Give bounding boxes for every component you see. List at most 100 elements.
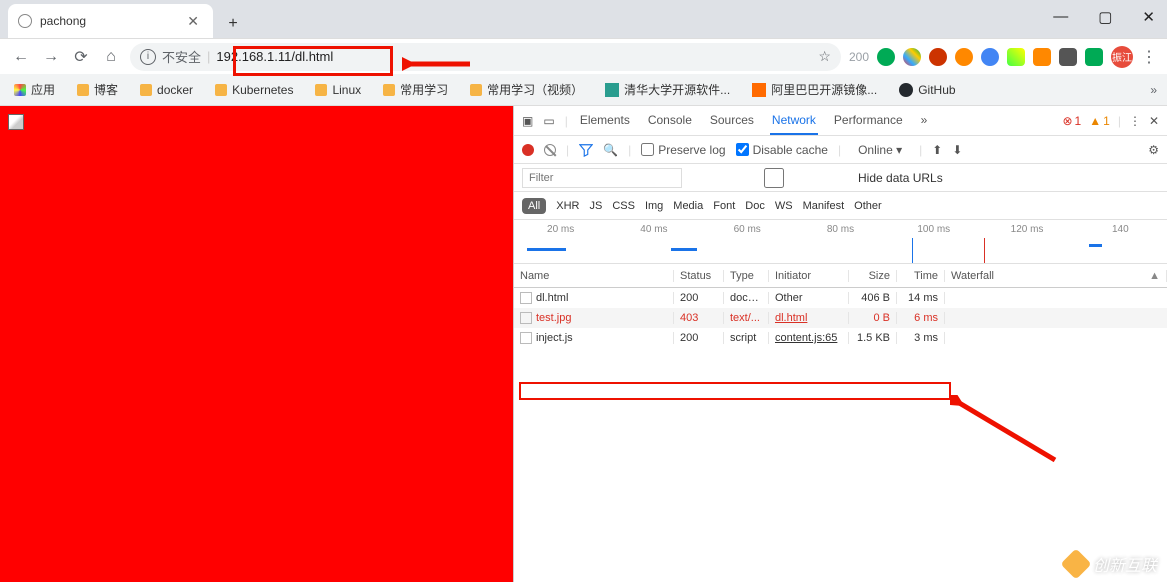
- tab-performance[interactable]: Performance: [832, 107, 905, 135]
- filter-bar: Hide data URLs: [514, 164, 1167, 192]
- profile-avatar[interactable]: 振江: [1111, 46, 1133, 68]
- settings-icon[interactable]: ⋮: [1129, 114, 1141, 128]
- extension-icon[interactable]: [877, 48, 895, 66]
- tabs-more-icon[interactable]: »: [919, 107, 930, 135]
- folder-icon: [470, 84, 482, 96]
- type-font[interactable]: Font: [713, 200, 735, 212]
- type-img[interactable]: Img: [645, 200, 663, 212]
- type-ws[interactable]: WS: [775, 200, 793, 212]
- devtools-tabs: Elements Console Sources Network Perform…: [578, 107, 930, 135]
- bookmark-folder[interactable]: docker: [136, 81, 197, 99]
- extension-icon[interactable]: [955, 48, 973, 66]
- extension-icon[interactable]: [903, 48, 921, 66]
- close-devtools-icon[interactable]: ✕: [1149, 114, 1159, 128]
- bookmark-link[interactable]: 阿里巴巴开源镜像...: [748, 79, 881, 100]
- search-icon[interactable]: 🔍: [603, 143, 618, 157]
- type-filter-row: All XHR JS CSS Img Media Font Doc WS Man…: [514, 192, 1167, 220]
- download-icon[interactable]: ⬇: [952, 143, 962, 157]
- extension-icon[interactable]: [1085, 48, 1103, 66]
- content-area: ▣ ▭ | Elements Console Sources Network P…: [0, 106, 1167, 582]
- type-doc[interactable]: Doc: [745, 200, 765, 212]
- tab-sources[interactable]: Sources: [708, 107, 756, 135]
- home-button[interactable]: ⌂: [100, 48, 122, 66]
- type-manifest[interactable]: Manifest: [803, 200, 845, 212]
- preserve-log-checkbox[interactable]: Preserve log: [641, 143, 725, 157]
- bookmark-star-icon[interactable]: ☆: [818, 48, 831, 65]
- devtools-toolbar: ▣ ▭ | Elements Console Sources Network P…: [514, 106, 1167, 136]
- hide-data-urls-checkbox[interactable]: Hide data URLs: [694, 168, 943, 188]
- filter-icon[interactable]: [579, 143, 593, 157]
- sort-indicator-icon: ▲: [1149, 270, 1160, 282]
- table-row[interactable]: test.jpg403text/...dl.html0 B6 ms: [514, 308, 1167, 328]
- new-tab-button[interactable]: +: [219, 10, 247, 38]
- extension-icon[interactable]: [929, 48, 947, 66]
- extension-icon[interactable]: [981, 48, 999, 66]
- warning-badge[interactable]: ▲1: [1089, 114, 1110, 128]
- tab-console[interactable]: Console: [646, 107, 694, 135]
- chevron-down-icon: ▾: [896, 143, 902, 157]
- record-button[interactable]: [522, 144, 534, 156]
- type-media[interactable]: Media: [673, 200, 703, 212]
- globe-icon: [18, 14, 32, 28]
- error-badge[interactable]: ⊗1: [1062, 114, 1081, 128]
- disable-cache-checkbox[interactable]: Disable cache: [736, 143, 828, 157]
- address-bar: ← → ⟳ ⌂ i 不安全 | 192.168.1.11/dl.html ☆ 2…: [0, 38, 1167, 74]
- folder-icon: [215, 84, 227, 96]
- timeline-overview[interactable]: 20 ms 40 ms 60 ms 80 ms 100 ms 120 ms 14…: [514, 220, 1167, 264]
- bookmark-link[interactable]: 清华大学开源软件...: [601, 79, 734, 100]
- omnibox[interactable]: i 不安全 | 192.168.1.11/dl.html ☆: [130, 43, 841, 71]
- github-icon: [899, 83, 913, 97]
- throttle-select[interactable]: Online ▾: [851, 140, 909, 160]
- gear-icon[interactable]: ⚙: [1148, 143, 1159, 157]
- type-all[interactable]: All: [522, 198, 546, 214]
- type-other[interactable]: Other: [854, 200, 882, 212]
- network-table: Name Status Type Initiator Size Time Wat…: [514, 264, 1167, 582]
- bookmark-folder[interactable]: 常用学习（视频）: [466, 79, 587, 100]
- folder-icon: [77, 84, 89, 96]
- minimize-button[interactable]: —: [1047, 4, 1074, 30]
- extension-icon[interactable]: [1033, 48, 1051, 66]
- tab-network[interactable]: Network: [770, 107, 818, 135]
- network-toolbar: | 🔍 | Preserve log Disable cache | Onlin…: [514, 136, 1167, 164]
- close-window-button[interactable]: ✕: [1136, 4, 1161, 30]
- menu-icon[interactable]: ⋮: [1141, 47, 1157, 67]
- folder-icon: [140, 84, 152, 96]
- tab-elements[interactable]: Elements: [578, 107, 632, 135]
- url-text: 192.168.1.11/dl.html: [216, 49, 333, 64]
- watermark-logo-icon: [1060, 548, 1091, 579]
- close-tab-icon[interactable]: ✕: [183, 11, 203, 32]
- table-row[interactable]: inject.js200scriptcontent.js:651.5 KB3 m…: [514, 328, 1167, 348]
- inspect-icon[interactable]: ▣: [522, 114, 533, 128]
- info-icon[interactable]: i: [140, 49, 156, 65]
- extension-icon[interactable]: [1059, 48, 1077, 66]
- tab-title: pachong: [40, 14, 175, 28]
- clear-button[interactable]: [544, 144, 556, 156]
- type-css[interactable]: CSS: [612, 200, 635, 212]
- back-button[interactable]: ←: [10, 48, 32, 66]
- bookmark-folder[interactable]: 常用学习: [379, 79, 452, 100]
- watermark: 创新互联: [1065, 552, 1157, 576]
- type-xhr[interactable]: XHR: [556, 200, 579, 212]
- upload-icon[interactable]: ⬆: [932, 143, 942, 157]
- apps-shortcut[interactable]: 应用: [10, 79, 59, 100]
- filter-input[interactable]: [522, 168, 682, 188]
- window-controls: — ▢ ✕: [1047, 4, 1161, 30]
- folder-icon: [383, 84, 395, 96]
- table-row[interactable]: dl.html200docu...Other406 B14 ms: [514, 288, 1167, 308]
- type-js[interactable]: JS: [589, 200, 602, 212]
- site-icon: [752, 83, 766, 97]
- reload-button[interactable]: ⟳: [70, 47, 92, 67]
- folder-icon: [315, 84, 327, 96]
- devtools-panel: ▣ ▭ | Elements Console Sources Network P…: [513, 106, 1167, 582]
- forward-button[interactable]: →: [40, 48, 62, 66]
- browser-tab[interactable]: pachong ✕: [8, 4, 213, 38]
- bookmark-link[interactable]: GitHub: [895, 81, 959, 99]
- bookmark-folder[interactable]: 博客: [73, 79, 122, 100]
- device-toggle-icon[interactable]: ▭: [543, 114, 554, 128]
- bookmark-folder[interactable]: Linux: [311, 81, 365, 99]
- maximize-button[interactable]: ▢: [1092, 4, 1118, 30]
- overflow-chevron-icon[interactable]: »: [1150, 83, 1157, 97]
- extension-icon[interactable]: [1007, 48, 1025, 66]
- apps-icon: [14, 84, 26, 96]
- bookmark-folder[interactable]: Kubernetes: [211, 81, 297, 99]
